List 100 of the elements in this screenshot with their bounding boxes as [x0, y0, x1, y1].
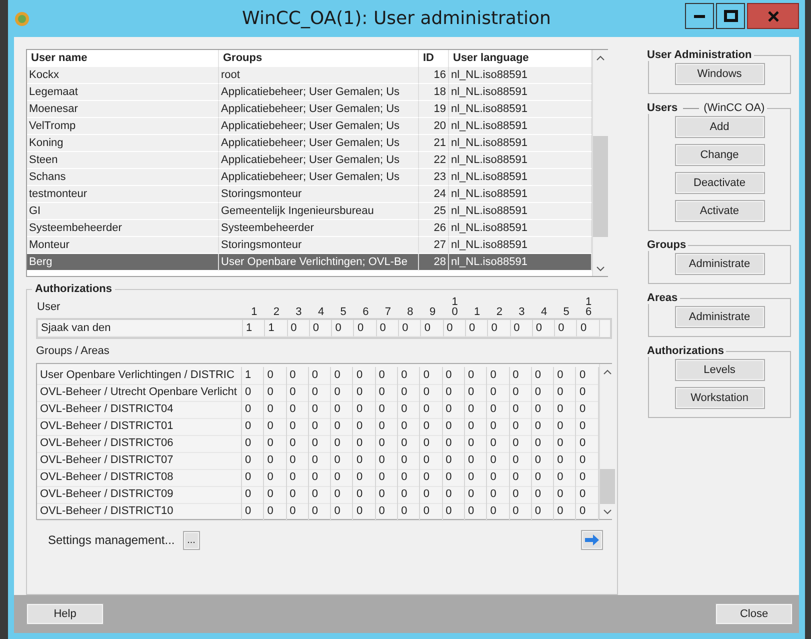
table-cell[interactable]: 0 [353, 401, 376, 419]
table-cell[interactable]: 0 [264, 384, 287, 402]
table-cell[interactable]: Gemeentelijk Ingenieursbureau [219, 203, 419, 220]
panel-button[interactable]: Add [674, 116, 764, 138]
table-cell[interactable]: 0 [532, 452, 554, 470]
table-cell[interactable]: 0 [464, 452, 488, 470]
table-cell[interactable]: 0 [464, 418, 488, 436]
panel-button[interactable]: Change [674, 144, 764, 166]
table-cell[interactable]: 0 [308, 452, 332, 470]
table-cell[interactable]: nl_NL.iso88591 [449, 220, 592, 237]
table-cell[interactable]: 0 [398, 401, 420, 419]
table-cell[interactable]: 0 [442, 384, 465, 402]
table-cell[interactable]: GI [27, 203, 219, 220]
table-cell[interactable]: User Openbare Verlichtingen; OVL-Be [219, 254, 419, 271]
table-cell[interactable]: nl_NL.iso88591 [449, 186, 592, 203]
table-cell[interactable]: 1 [242, 367, 264, 385]
table-cell[interactable]: nl_NL.iso88591 [449, 254, 592, 271]
scroll-thumb[interactable] [600, 469, 615, 504]
table-cell[interactable]: 0 [376, 367, 398, 385]
table-cell[interactable]: 0 [420, 435, 443, 453]
table-cell[interactable]: Systeembeheerder [219, 220, 419, 237]
table-cell[interactable]: 0 [398, 367, 420, 385]
table-cell[interactable]: 0 [264, 503, 287, 521]
table-cell[interactable]: 0 [376, 384, 398, 402]
table-cell[interactable]: Legemaat [27, 84, 219, 101]
table-cell[interactable]: 0 [331, 367, 354, 385]
table-cell[interactable]: 24 [419, 186, 449, 203]
table-cell[interactable]: 0 [487, 469, 510, 487]
table-cell[interactable]: 0 [510, 452, 532, 470]
table-cell[interactable]: 0 [286, 384, 309, 402]
table-cell[interactable]: 0 [510, 384, 532, 402]
table-cell[interactable]: 0 [487, 503, 510, 521]
table-cell[interactable]: 0 [442, 503, 465, 521]
table-cell[interactable]: 0 [376, 452, 398, 470]
table-cell[interactable]: 0 [510, 367, 532, 385]
table-cell[interactable]: 0 [398, 486, 420, 504]
table-cell[interactable]: Schans [27, 169, 219, 186]
table-cell[interactable]: 0 [442, 486, 465, 504]
table-cell[interactable]: 0 [554, 469, 576, 487]
table-cell[interactable]: 0 [532, 435, 554, 453]
down-caret-icon[interactable] [596, 266, 605, 272]
table-cell[interactable]: Moenesar [27, 101, 219, 118]
table-cell[interactable]: 0 [398, 384, 420, 402]
table-cell[interactable]: 0 [353, 452, 376, 470]
table-cell[interactable]: nl_NL.iso88591 [449, 237, 592, 254]
table-cell[interactable]: 0 [554, 435, 576, 453]
table-cell[interactable]: 0 [264, 418, 287, 436]
table-cell[interactable]: 0 [264, 486, 287, 504]
table-cell[interactable]: 0 [510, 418, 532, 436]
table-cell[interactable]: Steen [27, 152, 219, 169]
table-cell[interactable]: 0 [242, 486, 264, 504]
table-cell[interactable]: 0 [331, 401, 354, 419]
table-cell[interactable]: 27 [419, 237, 449, 254]
table-cell[interactable]: 0 [464, 384, 488, 402]
table-cell[interactable]: nl_NL.iso88591 [449, 152, 592, 169]
table-cell[interactable]: 0 [420, 401, 443, 419]
table-cell[interactable]: 0 [442, 452, 465, 470]
table-cell[interactable]: 21 [419, 135, 449, 152]
table-cell[interactable]: 0 [554, 401, 576, 419]
table-cell[interactable]: 0 [442, 469, 465, 487]
table-cell[interactable]: 0 [242, 452, 264, 470]
close-button[interactable] [747, 3, 799, 29]
scrollbar[interactable] [598, 364, 615, 519]
table-cell[interactable]: 0 [331, 384, 354, 402]
table-cell[interactable]: 0 [376, 401, 398, 419]
table-cell[interactable]: 0 [532, 469, 554, 487]
panel-button[interactable]: Deactivate [674, 172, 764, 194]
table-cell[interactable]: 0 [554, 503, 576, 521]
minimize-button[interactable] [685, 3, 714, 29]
panel-button[interactable]: Levels [674, 359, 764, 381]
table-cell[interactable]: 0 [487, 452, 510, 470]
table-cell[interactable]: 20 [419, 118, 449, 135]
table-cell[interactable]: 0 [242, 469, 264, 487]
table-cell[interactable]: 0 [487, 418, 510, 436]
table-cell[interactable]: VelTromp [27, 118, 219, 135]
table-cell[interactable]: 0 [510, 503, 532, 521]
footer-button[interactable]: Help [26, 603, 104, 625]
table-cell[interactable]: 0 [398, 503, 420, 521]
table-cell[interactable]: 0 [376, 503, 398, 521]
table-cell[interactable]: nl_NL.iso88591 [449, 67, 592, 84]
table-cell[interactable]: 0 [308, 367, 332, 385]
scrollbar[interactable] [592, 50, 608, 276]
table-cell[interactable]: 0 [286, 469, 309, 487]
table-cell[interactable]: 0 [376, 435, 398, 453]
table-cell[interactable]: 0 [331, 486, 354, 504]
table-cell[interactable]: 0 [353, 435, 376, 453]
table-cell[interactable]: 0 [353, 486, 376, 504]
table-cell[interactable]: Systeembeheerder [27, 220, 219, 237]
table-cell[interactable]: 16 [419, 67, 449, 84]
table-cell[interactable]: 28 [419, 254, 449, 271]
table-cell[interactable]: 0 [554, 452, 576, 470]
table-cell[interactable]: 0 [376, 418, 398, 436]
panel-button[interactable]: Administrate [674, 253, 764, 275]
table-cell[interactable]: 0 [331, 435, 354, 453]
table-cell[interactable]: Kockx [27, 67, 219, 84]
table-cell[interactable]: 0 [398, 469, 420, 487]
table-cell[interactable]: 0 [464, 486, 488, 504]
table-cell[interactable]: nl_NL.iso88591 [449, 84, 592, 101]
table-cell[interactable]: 0 [376, 469, 398, 487]
panel-button[interactable]: Activate [674, 200, 764, 222]
